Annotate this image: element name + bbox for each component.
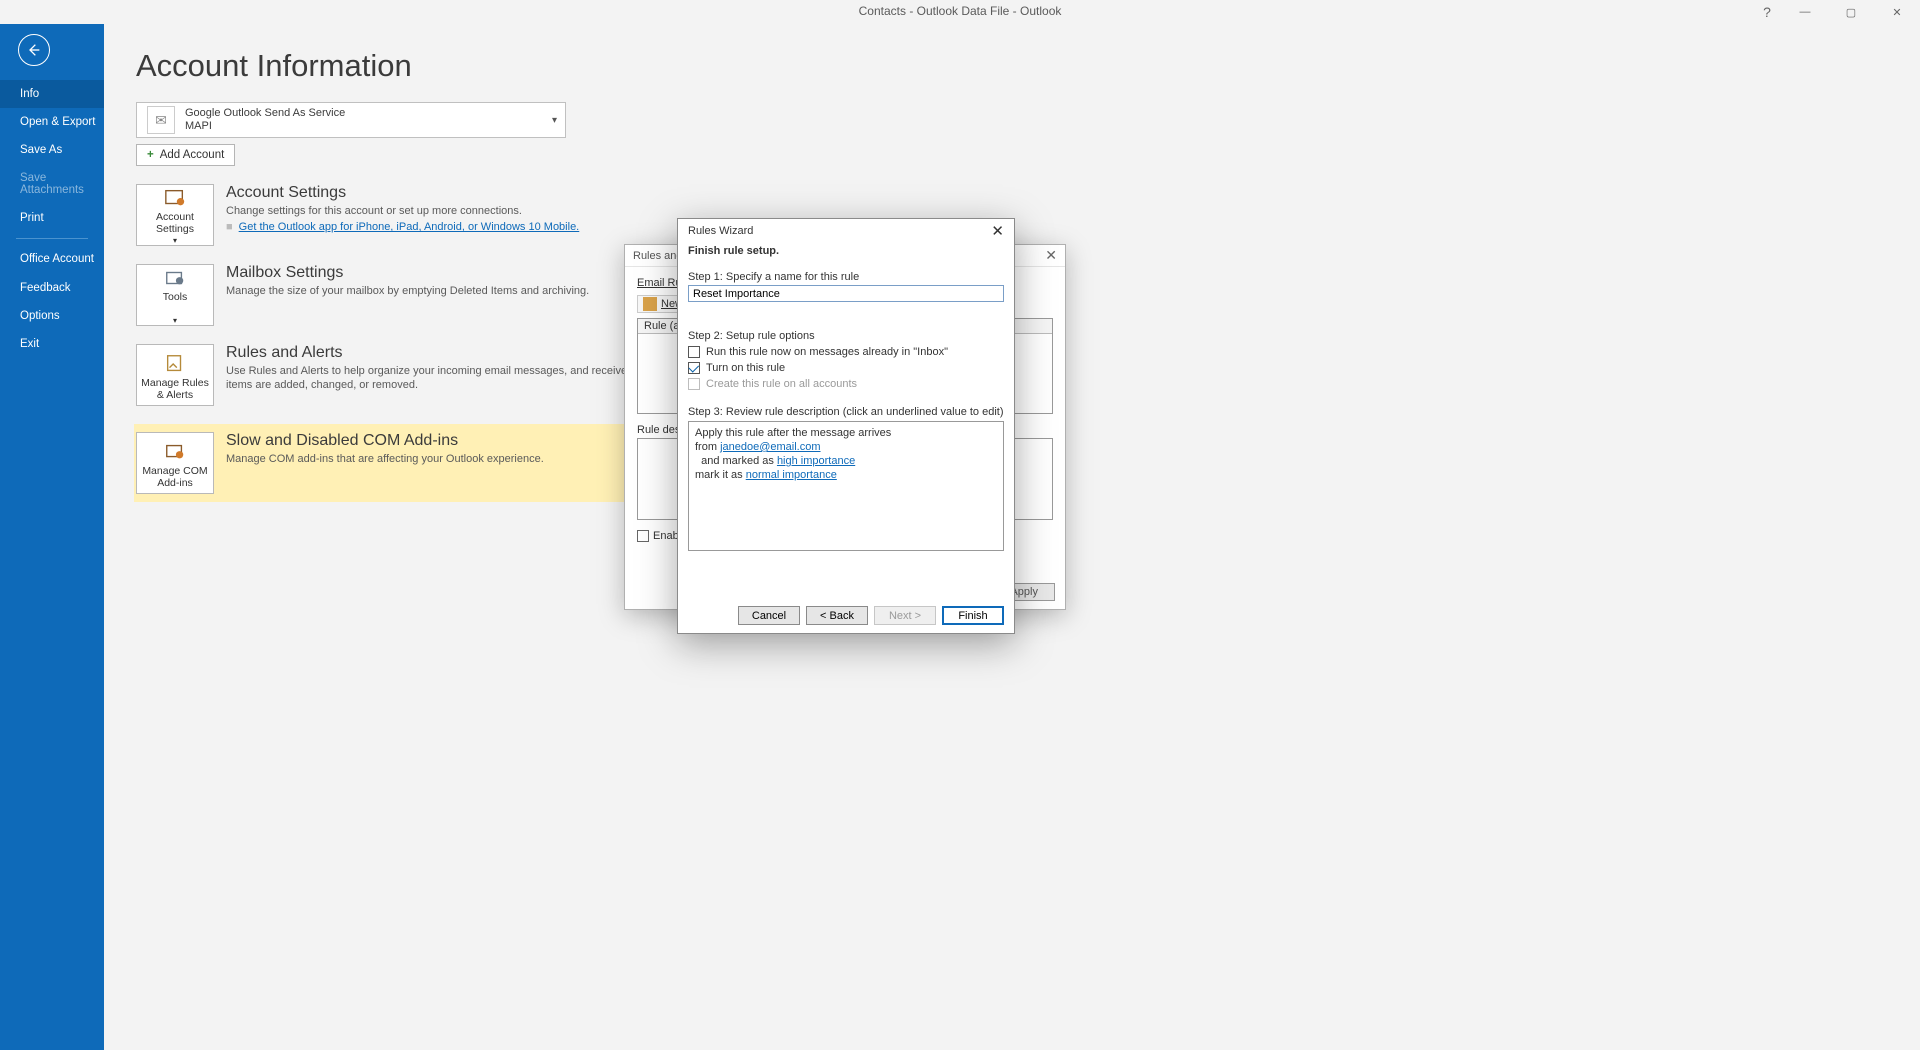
com-addins-icon [161,441,189,463]
sidebar-item-open-export[interactable]: Open & Export [0,108,104,136]
all-accounts-label: Create this rule on all accounts [706,378,857,390]
sidebar-item-office-account[interactable]: Office Account [0,245,104,274]
account-name: Google Outlook Send As Service [185,107,345,120]
arrow-left-icon [26,42,42,58]
wizard-title: Rules Wizard [688,225,753,237]
account-lines: Google Outlook Send As Service MAPI [185,107,345,133]
step1-label: Step 1: Specify a name for this rule [688,271,1004,283]
sidebar-item-info[interactable]: Info [0,80,104,108]
manage-rules-button-label: Manage Rules & Alerts [137,377,213,401]
account-protocol: MAPI [185,120,345,133]
window-title: Contacts - Outlook Data File - Outlook [859,4,1062,18]
minimize-button[interactable]: — [1782,0,1828,24]
addins-desc: Manage COM add-ins that are affecting yo… [226,452,544,466]
finish-button[interactable]: Finish [942,606,1004,625]
review-from-link[interactable]: janedoe@email.com [720,441,820,453]
close-button[interactable]: ✕ [1874,0,1920,24]
run-now-label: Run this rule now on messages already in… [706,346,948,358]
main-content: Account Information ✉ Google Outlook Sen… [104,24,1920,1050]
tools-button[interactable]: Tools▾ [136,264,214,326]
add-account-button[interactable]: + Add Account [136,144,235,166]
sidebar-separator [16,238,88,239]
tools-icon [161,267,189,289]
maximize-button[interactable]: ▢ [1828,0,1874,24]
help-button[interactable]: ? [1752,0,1782,24]
review-importance-link[interactable]: high importance [777,455,855,467]
account-settings-button[interactable]: Account Settings▾ [136,184,214,246]
review-box: Apply this rule after the message arrive… [688,421,1004,551]
window-controls: ? — ▢ ✕ [1752,0,1920,24]
mailbox-desc: Manage the size of your mailbox by empty… [226,284,589,298]
wizard-subtitle: Finish rule setup. [688,245,1004,257]
sidebar-item-save-as[interactable]: Save As [0,136,104,164]
account-settings-button-label: Account Settings [137,211,213,235]
manage-com-addins-button-label: Manage COM Add-ins [137,465,213,489]
review-new-importance-link[interactable]: normal importance [746,469,837,481]
add-account-label: Add Account [160,149,225,161]
next-button: Next > [874,606,936,625]
chevron-down-icon: ▾ [552,115,557,126]
turn-on-checkbox[interactable] [688,362,700,374]
sidebar-item-print[interactable]: Print [0,204,104,232]
sidebar-item-feedback[interactable]: Feedback [0,274,104,302]
wizard-close-icon[interactable]: ✕ [991,222,1004,240]
tools-button-label: Tools [163,291,188,303]
enable-rss-checkbox[interactable] [637,530,649,542]
step3-label: Step 3: Review rule description (click a… [688,406,1004,418]
sidebar-item-save-attachments: Save Attachments [0,164,104,204]
account-selector[interactable]: ✉ Google Outlook Send As Service MAPI ▾ [136,102,566,138]
review-marked-prefix: and marked as [695,455,777,467]
review-mark-prefix: mark it as [695,469,746,481]
manage-rules-icon [161,353,189,375]
page-title: Account Information [136,48,1920,84]
account-icon: ✉ [147,106,175,134]
manage-rules-button[interactable]: Manage Rules & Alerts [136,344,214,406]
cancel-button[interactable]: Cancel [738,606,800,625]
new-rule-icon [643,297,657,311]
run-now-checkbox[interactable] [688,346,700,358]
back-button-wizard[interactable]: < Back [806,606,868,625]
rules-wizard-dialog: Rules Wizard ✕ Finish rule setup. Step 1… [677,218,1015,634]
account-settings-desc: Change settings for this account or set … [226,204,579,218]
step2-label: Step 2: Setup rule options [688,330,1004,342]
plus-icon: + [147,149,154,161]
sidebar-item-exit[interactable]: Exit [0,330,104,358]
mailbox-heading: Mailbox Settings [226,264,589,282]
addins-heading: Slow and Disabled COM Add-ins [226,432,544,450]
account-settings-icon [161,187,189,209]
manage-com-addins-button[interactable]: Manage COM Add-ins [136,432,214,494]
title-bar: Contacts - Outlook Data File - Outlook ?… [0,0,1920,24]
all-accounts-checkbox [688,378,700,390]
review-line1: Apply this rule after the message arrive… [695,426,997,440]
rule-name-input[interactable] [688,285,1004,302]
rules-alerts-close-icon[interactable]: ✕ [1045,247,1057,264]
turn-on-label: Turn on this rule [706,362,785,374]
review-from-prefix: from [695,441,720,453]
outlook-app-link[interactable]: Get the Outlook app for iPhone, iPad, An… [239,221,580,233]
sidebar-item-options[interactable]: Options [0,302,104,330]
back-button[interactable] [18,34,50,66]
account-settings-heading: Account Settings [226,184,579,202]
backstage-sidebar: Info Open & Export Save As Save Attachme… [0,24,104,1050]
section-account-settings: Account Settings▾ Account Settings Chang… [136,184,1920,246]
